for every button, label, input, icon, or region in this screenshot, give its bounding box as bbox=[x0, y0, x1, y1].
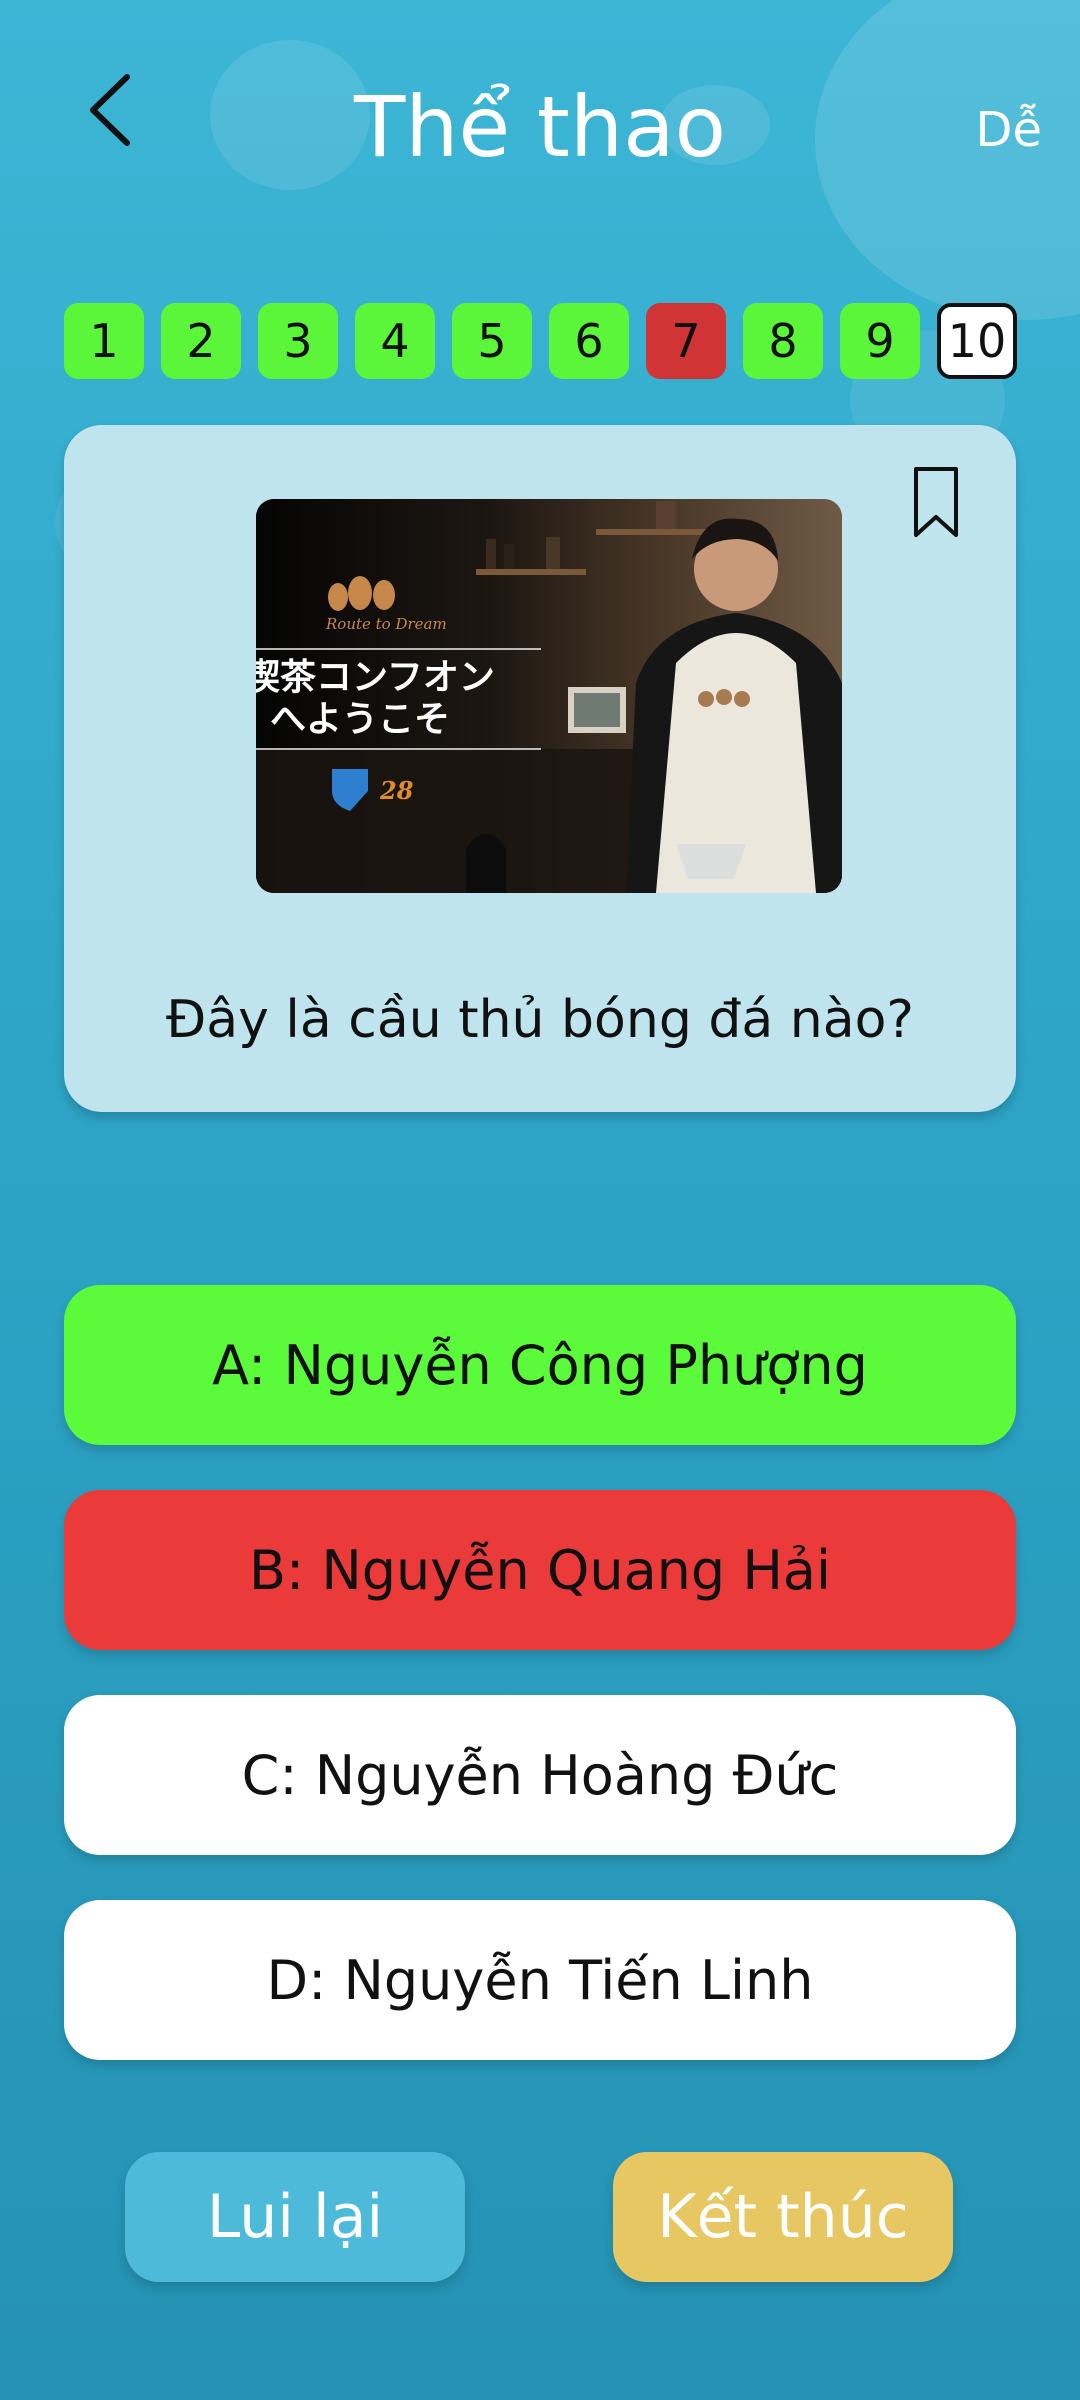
question-image: Route to Dream 喫茶コンフオン へようこそ 28 bbox=[256, 499, 842, 893]
page-title: Thể thao bbox=[354, 78, 726, 176]
quiz-screen: Thể thao Dễ 1 2 3 4 5 6 7 8 9 10 Route t… bbox=[0, 0, 1080, 2400]
image-brand-text: Route to Dream bbox=[325, 615, 447, 633]
image-line1-text: 喫茶コンフオン bbox=[256, 657, 495, 698]
chevron-left-icon bbox=[90, 74, 130, 146]
question-number-8[interactable]: 8 bbox=[743, 303, 823, 379]
bookmark-icon bbox=[914, 467, 958, 537]
difficulty-label: Dễ bbox=[975, 102, 1043, 158]
question-nav: 1 2 3 4 5 6 7 8 9 10 bbox=[64, 303, 1017, 379]
question-number-2[interactable]: 2 bbox=[161, 303, 241, 379]
question-number-1[interactable]: 1 bbox=[64, 303, 144, 379]
question-text: Đây là cầu thủ bóng đá nào? bbox=[165, 990, 915, 1050]
image-line2-text: へようこそ bbox=[270, 699, 450, 740]
question-number-5[interactable]: 5 bbox=[452, 303, 532, 379]
answer-c-button[interactable]: C: Nguyễn Hoàng Đức bbox=[64, 1695, 1016, 1855]
back-button[interactable] bbox=[75, 65, 145, 155]
question-number-10[interactable]: 10 bbox=[937, 303, 1017, 379]
question-number-9[interactable]: 9 bbox=[840, 303, 920, 379]
question-number-4[interactable]: 4 bbox=[355, 303, 435, 379]
answer-b-button[interactable]: B: Nguyễn Quang Hải bbox=[64, 1490, 1016, 1650]
bookmark-button[interactable] bbox=[908, 465, 964, 541]
question-number-6[interactable]: 6 bbox=[549, 303, 629, 379]
answer-a-button[interactable]: A: Nguyễn Công Phượng bbox=[64, 1285, 1016, 1445]
image-number-text: 28 bbox=[379, 776, 414, 805]
answer-d-button[interactable]: D: Nguyễn Tiến Linh bbox=[64, 1900, 1016, 2060]
question-number-3[interactable]: 3 bbox=[258, 303, 338, 379]
question-card: Route to Dream 喫茶コンフオン へようこそ 28 Đây là c… bbox=[64, 425, 1016, 1112]
question-number-7[interactable]: 7 bbox=[646, 303, 726, 379]
go-back-button[interactable]: Lui lại bbox=[125, 2152, 465, 2282]
finish-button[interactable]: Kết thúc bbox=[613, 2152, 953, 2282]
